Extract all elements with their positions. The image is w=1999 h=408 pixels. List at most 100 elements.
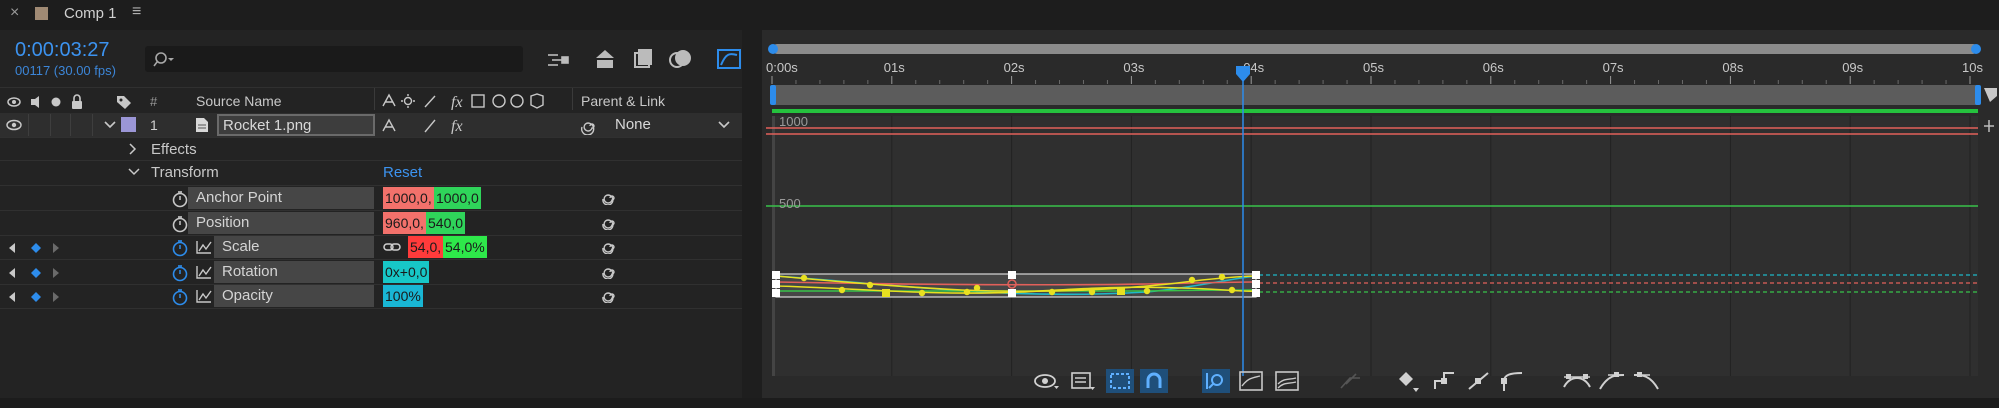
property-row[interactable]: Scale 54,0, 54,0% xyxy=(0,236,742,259)
stopwatch-icon[interactable] xyxy=(171,190,189,208)
property-name-text: Rotation xyxy=(222,263,278,280)
bezier-handle-dot xyxy=(1088,288,1096,296)
transform-group-label[interactable]: Transform xyxy=(151,164,219,181)
auto-bezier-icon[interactable] xyxy=(1500,369,1526,393)
graph-editor-toggle-icon[interactable] xyxy=(716,47,742,71)
property-value-1[interactable]: 960,0, xyxy=(383,212,426,234)
pickwhip-spiral-icon[interactable] xyxy=(580,117,600,135)
work-area-bar xyxy=(772,85,1978,105)
property-value-1[interactable]: 54,0, xyxy=(408,236,444,258)
stopwatch-icon[interactable] xyxy=(171,215,189,233)
eye-icon[interactable] xyxy=(1034,372,1060,390)
frame-blending-icon[interactable] xyxy=(668,48,694,70)
snap-magnet-icon[interactable] xyxy=(1140,369,1168,393)
graph-label-500: 500 xyxy=(779,196,801,211)
graph-toggle-icon[interactable] xyxy=(196,240,212,254)
video-visibility-eye-icon[interactable] xyxy=(5,118,23,132)
ruler-tick-label: 07s xyxy=(1603,60,1624,75)
property-pickwhip-icon[interactable] xyxy=(600,240,620,257)
easy-ease-out-icon[interactable] xyxy=(1632,369,1660,393)
property-value-1[interactable]: 100% xyxy=(383,285,423,307)
linear-keyframe-icon[interactable] xyxy=(1466,369,1492,393)
auto-zoom-height-icon[interactable] xyxy=(1202,369,1230,393)
current-time-display[interactable]: 0:00:03:27 xyxy=(15,39,110,62)
parent-dropdown[interactable]: None xyxy=(612,115,737,135)
search-icon xyxy=(153,52,174,67)
layer-label-color[interactable] xyxy=(121,117,136,132)
keyframe-navigator[interactable] xyxy=(8,267,60,279)
graph-toggle-icon[interactable] xyxy=(196,265,212,279)
property-pickwhip-icon[interactable] xyxy=(600,265,620,282)
effects-group-label[interactable]: Effects xyxy=(151,141,197,158)
yellow-keyframe-a xyxy=(882,289,890,297)
time-navigator-start-handle xyxy=(768,44,778,54)
property-value-2[interactable]: 1000,0 xyxy=(434,187,481,209)
easy-ease-icon[interactable] xyxy=(1562,369,1592,393)
property-name-text: Opacity xyxy=(222,287,273,304)
tab-comp-title[interactable]: Comp 1 xyxy=(64,5,117,22)
graph-toggle-icon[interactable] xyxy=(196,289,212,303)
close-tab-icon[interactable]: × xyxy=(10,4,19,22)
chevron-down-icon xyxy=(718,121,730,129)
edit-keyframe-icon[interactable] xyxy=(1397,369,1425,393)
tab-menu-icon[interactable]: ≡ xyxy=(132,3,141,21)
hold-keyframe-icon[interactable] xyxy=(1432,369,1458,393)
layer-search-input[interactable] xyxy=(145,46,523,72)
comp-mini-flowchart-icon[interactable] xyxy=(546,50,570,70)
property-pickwhip-icon[interactable] xyxy=(600,191,620,208)
stopwatch-icon[interactable] xyxy=(171,264,189,282)
constrain-proportions-link-icon[interactable] xyxy=(383,241,401,253)
property-name[interactable]: Anchor Point xyxy=(188,187,374,209)
property-pickwhip-icon[interactable] xyxy=(600,289,620,306)
column-parent-link-header[interactable]: Parent & Link xyxy=(581,93,665,109)
property-value-2[interactable]: 54,0% xyxy=(443,236,487,258)
draft-3d-icon[interactable] xyxy=(593,48,617,70)
bezier-handle-dot xyxy=(1218,273,1226,281)
bezier-handle-dot xyxy=(838,286,846,294)
property-value-1[interactable]: 1000,0, xyxy=(383,187,434,209)
layer-switches-icons[interactable]: fx xyxy=(381,118,499,134)
transform-box-icon[interactable] xyxy=(1106,369,1134,393)
property-name[interactable]: Scale xyxy=(214,236,374,258)
transform-expand-chevron-icon[interactable] xyxy=(128,167,140,177)
ruler-tick-label: 10s xyxy=(1962,60,1983,75)
layer-expand-chevron-icon[interactable] xyxy=(103,120,117,130)
property-row[interactable]: Anchor Point 1000,0, 1000,0 xyxy=(0,187,742,210)
property-value-1[interactable]: 0x+0,0 xyxy=(383,261,430,283)
image-file-icon xyxy=(196,118,208,132)
bottom-status-bar xyxy=(0,398,1999,408)
column-source-name-header[interactable]: Source Name xyxy=(196,93,282,109)
frame-count-display: 00117 (30.00 fps) xyxy=(15,63,116,78)
stopwatch-icon[interactable] xyxy=(171,288,189,306)
property-pickwhip-icon[interactable] xyxy=(600,216,620,233)
playhead-marker[interactable] xyxy=(1236,66,1250,82)
property-row[interactable]: Opacity 100% xyxy=(0,285,742,308)
shy-layers-icon[interactable] xyxy=(632,48,654,70)
keyframe-navigator[interactable] xyxy=(8,291,60,303)
property-row[interactable]: Position 960,0, 540,0 xyxy=(0,212,742,235)
time-ruler: 0:00s 01s 02s 03s 04s 05s 06s 07s 08s 09s 10s xyxy=(766,60,1983,84)
stopwatch-icon[interactable] xyxy=(171,239,189,257)
graph-label-1000: 1000 xyxy=(779,114,808,129)
property-name[interactable]: Position xyxy=(188,212,374,234)
add-keyframe-icon xyxy=(31,243,41,253)
fit-selection-icon[interactable] xyxy=(1238,370,1264,392)
add-keyframe-icon xyxy=(31,268,41,278)
properties-list-icon[interactable] xyxy=(1070,371,1096,391)
previous-keyframe-icon xyxy=(9,292,15,302)
fit-all-icon[interactable] xyxy=(1274,370,1300,392)
property-value-2[interactable]: 540,0 xyxy=(426,212,466,234)
property-name[interactable]: Rotation xyxy=(214,261,374,283)
property-name[interactable]: Opacity xyxy=(214,285,374,307)
graph-editor-canvas[interactable]: 0:00s 01s 02s 03s 04s 05s 06s 07s 08s 09s 10s 1000… xyxy=(762,30,1999,400)
property-name-text: Anchor Point xyxy=(196,189,282,206)
property-row[interactable]: Rotation 0x+0,0 xyxy=(0,261,742,284)
keyframe-navigator[interactable] xyxy=(8,242,60,254)
layer-name: Rocket 1.png xyxy=(223,117,312,134)
transform-reset-link[interactable]: Reset xyxy=(383,164,422,181)
effects-expand-chevron-icon[interactable] xyxy=(128,143,138,155)
layer-duration-bar xyxy=(772,109,1978,113)
panel-divider[interactable] xyxy=(742,30,762,400)
easy-ease-in-icon[interactable] xyxy=(1598,369,1626,393)
layer-name-field[interactable]: Rocket 1.png xyxy=(217,114,375,136)
